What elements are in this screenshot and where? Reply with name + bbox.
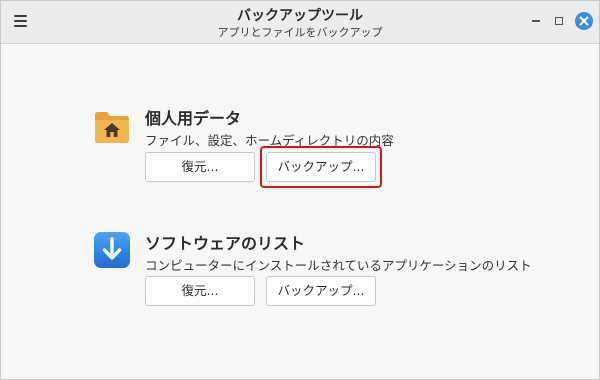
section-title: ソフトウェアのリスト: [145, 234, 306, 253]
section-description: コンピューターにインストールされているアプリケーションのリスト: [145, 258, 532, 273]
minimize-icon: [532, 20, 540, 22]
maximize-button[interactable]: [551, 13, 567, 29]
restore-software-list-button[interactable]: 復元...: [145, 276, 255, 306]
title-bar: バックアップツール アプリとファイルをバックアップ: [1, 1, 599, 44]
window-title: バックアップツール: [237, 8, 363, 24]
backup-personal-data-button[interactable]: バックアップ...: [266, 152, 376, 182]
window-subtitle: アプリとファイルをバックアップ: [217, 26, 383, 39]
section-title: 個人用データ: [145, 109, 242, 128]
maximize-icon: [555, 17, 563, 25]
minimize-button[interactable]: [528, 13, 544, 29]
restore-personal-data-button[interactable]: 復元...: [145, 152, 255, 182]
close-button[interactable]: [575, 12, 593, 30]
home-folder-icon: [93, 107, 131, 145]
app-window: バックアップツール アプリとファイルをバックアップ 個人用データ ファイル、設定…: [0, 0, 600, 380]
download-arrow-icon: [93, 231, 131, 269]
backup-software-list-button[interactable]: バックアップ...: [266, 276, 376, 306]
close-icon: [579, 16, 589, 26]
section-description: ファイル、設定、ホームディレクトリの内容: [145, 133, 394, 148]
